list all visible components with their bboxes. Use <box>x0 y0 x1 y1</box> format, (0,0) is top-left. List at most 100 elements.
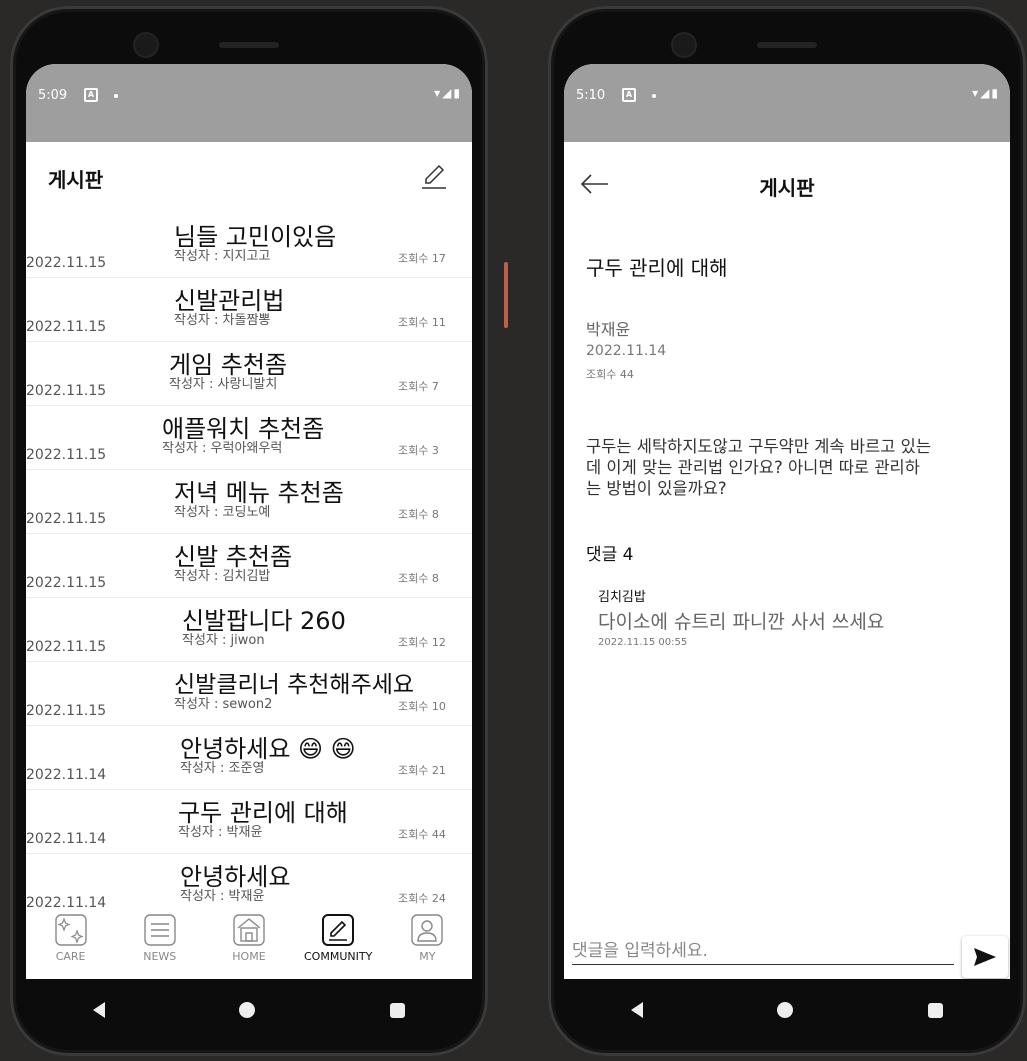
post-body: 구두는 세탁하지도않고 구두약만 계속 바르고 있는 데 이게 맞는 관리법 인… <box>586 436 986 499</box>
post-date: 2022.11.15 <box>26 575 107 591</box>
post-item[interactable]: 2022.11.15 애플워치 추천좀 작성자 : 우럭아왜우럭 조회수 3 <box>26 406 472 470</box>
post-views: 조회수 17 <box>398 252 446 265</box>
post-author: 작성자 : 우럭아왜우럭 <box>162 441 283 456</box>
post-views: 조회수 24 <box>398 892 446 905</box>
post-views: 조회수 8 <box>398 572 439 585</box>
post-date: 2022.11.14 <box>26 767 107 783</box>
status-bar: 5:10 A ▾◢▮ <box>564 64 1010 142</box>
sparkle-icon <box>54 914 87 946</box>
system-status-icons: ▾◢▮ <box>972 86 1000 100</box>
camera-icon <box>673 34 695 56</box>
tab-label: CARE <box>55 950 86 963</box>
notification-icon: A <box>622 88 636 102</box>
tab-label: MY <box>419 950 436 963</box>
post-body-line: 는 방법이 있을까요? <box>586 479 727 498</box>
page-title: 게시판 <box>759 176 815 200</box>
pencil-icon <box>322 914 355 946</box>
post-date: 2022.11.15 <box>26 703 107 719</box>
post-date: 2022.11.15 <box>26 319 107 335</box>
board-header: 게시판 <box>26 142 472 214</box>
person-icon <box>411 914 444 946</box>
bottom-tab-bar: CARE NEWS HOME COMMUNITY MY <box>26 907 472 979</box>
system-status-icons: ▾◢▮ <box>434 86 462 100</box>
comment-text: 다이소에 슈트리 파니깐 사서 쓰세요 <box>598 611 885 633</box>
post-item[interactable]: 2022.11.14 안녕하세요 😄 😄 작성자 : 조준영 조회수 21 <box>26 726 472 790</box>
status-time: 5:10 <box>576 88 606 103</box>
post-date: 2022.11.14 <box>26 831 107 847</box>
comment-count: 댓글 4 <box>586 545 634 565</box>
post-views: 조회수 12 <box>398 636 446 649</box>
tab-label: NEWS <box>143 950 177 963</box>
post-item[interactable]: 2022.11.15 신발 추천좀 작성자 : 김치김밥 조회수 8 <box>26 534 472 598</box>
post-date: 2022.11.15 <box>26 639 107 655</box>
left-screen: 5:09 A ▾◢▮ 게시판 2022.11.15 님들 고민이있음 작성자 :… <box>26 64 472 979</box>
post-item[interactable]: 2022.11.15 신발팝니다 260 작성자 : jiwon 조회수 12 <box>26 598 472 662</box>
post-author: 작성자 : 지지고고 <box>174 249 271 264</box>
notification-icon: A <box>84 88 98 102</box>
post-date: 2022.11.15 <box>26 255 107 271</box>
speaker-grille <box>219 42 279 48</box>
post-author: 작성자 : 조준영 <box>180 761 265 776</box>
tab-community[interactable]: COMMUNITY <box>298 913 378 963</box>
send-button[interactable] <box>962 936 1008 978</box>
post-views: 조회수 44 <box>586 368 634 381</box>
page-title: 게시판 <box>48 168 104 192</box>
recents-nav-icon[interactable] <box>927 1002 943 1018</box>
post-views: 조회수 21 <box>398 764 446 777</box>
post-author: 작성자 : sewon2 <box>174 697 273 712</box>
send-icon <box>974 948 996 966</box>
tab-care[interactable]: CARE <box>31 913 111 963</box>
back-nav-icon[interactable] <box>93 1002 106 1018</box>
tab-home[interactable]: HOME <box>209 913 289 963</box>
notification-dot <box>652 94 656 98</box>
speaker-grille <box>757 42 817 48</box>
post-views: 조회수 11 <box>398 316 446 329</box>
post-body-line: 데 이게 맞는 관리법 인가요? 아니면 따로 관리하 <box>586 458 920 477</box>
post-item[interactable]: 2022.11.15 님들 고민이있음 작성자 : 지지고고 조회수 17 <box>26 214 472 278</box>
post-views: 조회수 8 <box>398 508 439 521</box>
tab-label: HOME <box>232 950 266 963</box>
left-phone-frame: 5:09 A ▾◢▮ 게시판 2022.11.15 님들 고민이있음 작성자 :… <box>10 6 508 1056</box>
tab-label: COMMUNITY <box>304 950 373 963</box>
post-views: 조회수 44 <box>398 828 446 841</box>
post-author: 작성자 : 사랑니발치 <box>169 377 278 392</box>
write-post-icon[interactable] <box>420 162 448 190</box>
post-item[interactable]: 2022.11.15 게임 추천좀 작성자 : 사랑니발치 조회수 7 <box>26 342 472 406</box>
comment-item: 김치김밥 다이소에 슈트리 파니깐 사서 쓰세요 2022.11.15 00:5… <box>598 586 884 648</box>
system-navigation-bar <box>26 980 472 1040</box>
post-date: 2022.11.15 <box>26 383 107 399</box>
comment-date: 2022.11.15 00:55 <box>598 637 688 648</box>
notification-dot <box>114 94 118 98</box>
post-date: 2022.11.15 <box>26 511 107 527</box>
home-icon <box>233 914 265 946</box>
post-title: 구두 관리에 대해 <box>586 256 728 280</box>
camera-icon <box>135 34 157 56</box>
post-item[interactable]: 2022.11.15 신발관리법 작성자 : 차돌짬뽕 조회수 11 <box>26 278 472 342</box>
post-author: 작성자 : 김치김밥 <box>174 569 271 584</box>
right-phone-frame: 5:10 A ▾◢▮ 게시판 구두 관리에 대해 박재윤 2022.11.14 … <box>548 6 1026 1056</box>
post-author: 작성자 : 박재윤 <box>178 825 263 840</box>
tab-news[interactable]: NEWS <box>120 913 200 963</box>
home-nav-icon[interactable] <box>777 1002 794 1018</box>
side-button <box>504 262 508 328</box>
post-author: 박재윤 <box>586 320 631 339</box>
right-screen: 5:10 A ▾◢▮ 게시판 구두 관리에 대해 박재윤 2022.11.14 … <box>564 64 1010 979</box>
detail-header: 게시판 <box>564 142 1010 232</box>
status-time: 5:09 <box>38 88 68 103</box>
comment-input[interactable] <box>572 938 954 965</box>
post-author: 작성자 : 박재윤 <box>180 889 265 904</box>
post-item[interactable]: 2022.11.15 저녁 메뉴 추천좀 작성자 : 코딩노예 조회수 8 <box>26 470 472 534</box>
post-item[interactable]: 2022.11.15 신발클리너 추천해주세요 작성자 : sewon2 조회수… <box>26 662 472 726</box>
back-nav-icon[interactable] <box>631 1002 644 1018</box>
home-nav-icon[interactable] <box>239 1002 256 1018</box>
system-navigation-bar <box>564 980 1010 1040</box>
post-views: 조회수 3 <box>398 444 439 457</box>
post-author: 작성자 : 차돌짬뽕 <box>174 313 271 328</box>
post-item[interactable]: 2022.11.14 구두 관리에 대해 작성자 : 박재윤 조회수 44 <box>26 790 472 854</box>
tab-my[interactable]: MY <box>387 913 467 963</box>
status-bar: 5:09 A ▾◢▮ <box>26 64 472 142</box>
post-item[interactable]: 2022.11.14 안녕하세요 작성자 : 박재윤 조회수 24 <box>26 854 472 908</box>
post-date: 2022.11.14 <box>586 343 667 359</box>
recents-nav-icon[interactable] <box>389 1002 405 1018</box>
post-views: 조회수 7 <box>398 380 439 393</box>
